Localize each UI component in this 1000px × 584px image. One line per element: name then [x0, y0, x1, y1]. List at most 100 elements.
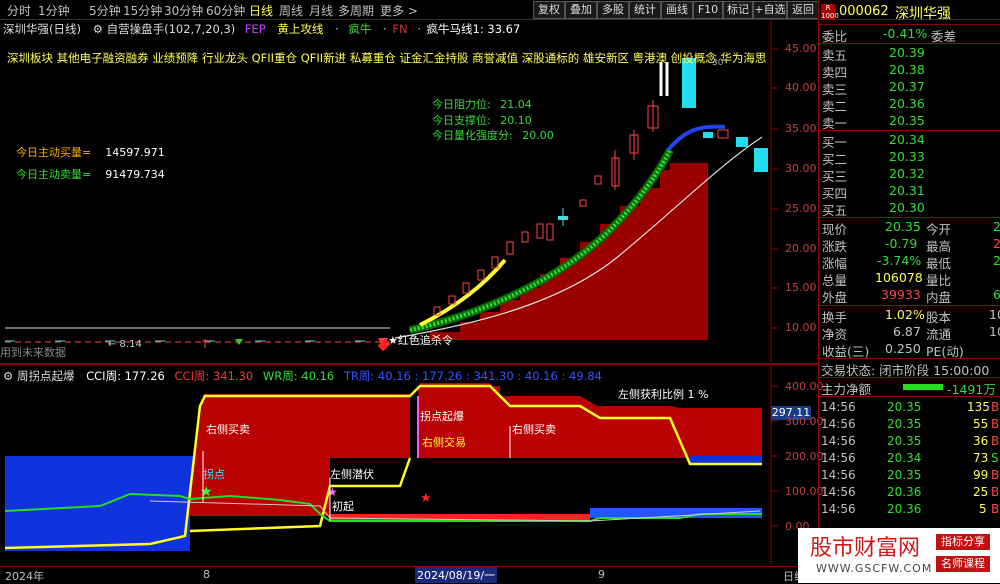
tick-row: 14:56 20.35 135 B	[821, 400, 1000, 414]
tag-fengniu-ma: 疯牛马线1: 33.67	[426, 22, 521, 36]
net-flow-row: 主力净额 -1491万	[821, 382, 996, 397]
tail-labels: TR周: 40.16 : 177.26 : 341.30 : 40.16 : 4…	[343, 369, 602, 383]
price-axis-15: 15.00	[785, 281, 817, 294]
ask-row-1: 卖一 20.35	[822, 113, 925, 131]
axis-cursor-date: 2024/08/19/一	[415, 567, 498, 583]
stat-row-pct: 涨幅 -3.74% 最低 2	[822, 253, 1000, 271]
add-watchlist-button[interactable]: +自选	[753, 1, 787, 19]
f10-button[interactable]: F10	[693, 1, 723, 19]
profit-ratio-label: 左侧获利比例 1 %	[618, 388, 709, 401]
chuqi-label: 初起	[332, 500, 354, 513]
corner-value: 30	[712, 58, 724, 68]
future-data-label: 用到未来数据	[0, 346, 66, 359]
guaidian-label: 拐点	[203, 468, 225, 481]
tick-row: 14:56 20.35 55 B	[821, 417, 1000, 431]
indicator-name[interactable]: 自营操盘手(102,7,20,3)	[107, 22, 236, 36]
settings-icon[interactable]: ⚙	[93, 22, 103, 36]
watermark-tag-2: 名师课程	[936, 556, 990, 572]
stat-row-eps: 收益(三) 0.250 PE(动)	[822, 341, 964, 359]
resist-row: 今日阻力位: 21.04	[432, 98, 532, 111]
ask-row-5: 卖五 20.39	[822, 45, 925, 63]
active-buy-row: 今日主动买量= 14597.971	[16, 146, 165, 159]
axis-month-8: 8	[203, 568, 210, 581]
quant-row: 今日量化强度分: 20.00	[432, 129, 554, 142]
cci-label: CCI周: 177.26	[86, 369, 165, 383]
price-axis-40: 40.00	[785, 81, 817, 94]
period-5min[interactable]: 5分钟	[89, 2, 121, 19]
draw-line-button[interactable]: 画线	[661, 1, 693, 19]
bid-row-2: 买二 20.33	[822, 149, 925, 167]
concept-tags: 深圳板块 其他电子融资融券 业绩预降 行业龙头 QFII重仓 QFII新进 私募…	[7, 51, 771, 65]
kline-chart[interactable]: ↑ 深圳华强(日线) ⚙ 自营操盘手(102,7,20,3) FEP 黄上攻线 …	[0, 20, 818, 363]
trade-status: 交易状态: 闭市阶段 15:00:00	[821, 363, 990, 378]
settings-icon[interactable]: ⚙	[3, 369, 13, 383]
period-60min[interactable]: 60分钟	[206, 2, 245, 19]
chart-title-row: 深圳华强(日线) ⚙ 自营操盘手(102,7,20,3) FEP 黄上攻线 · …	[3, 22, 521, 36]
tick-row: 14:56 20.36 5 B	[821, 502, 1000, 516]
period-15min[interactable]: 15分钟	[123, 2, 162, 19]
ask-row-3: 卖三 20.37	[822, 79, 925, 97]
tick-row: 14:56 20.35 99 B	[821, 468, 1000, 482]
multi-stock-button[interactable]: 多股	[597, 1, 629, 19]
tag-fn: FN	[392, 22, 408, 36]
watermark-tag-1: 指标分享	[936, 534, 990, 550]
period-monthly[interactable]: 月线	[309, 2, 333, 19]
period-multi[interactable]: 多周期	[338, 2, 374, 19]
guaidian-qibao-label: 拐点起爆	[420, 410, 464, 423]
stat-row-change: 涨跌 -0.79 最高 2	[822, 236, 1000, 254]
stock-name: 深圳华强	[895, 6, 951, 22]
fuquan-button[interactable]: 复权	[533, 1, 565, 19]
stock-code: 000062	[839, 4, 889, 19]
stat-row-volume: 总量 106078 量比	[822, 270, 952, 288]
up-arrow-icon: ↑	[200, 337, 210, 351]
price-axis-20: 20.00	[785, 242, 817, 255]
indicator-title[interactable]: 周拐点起爆	[17, 369, 75, 383]
left-latent-label: 左侧潜伏	[330, 468, 374, 481]
price-axis-10: 10.00	[785, 321, 817, 334]
chart-divider[interactable]	[0, 363, 818, 365]
watermark-banner: 股市财富网 WWW.GSCFW.COM 指标分享 名师课程	[798, 528, 1000, 583]
back-button[interactable]: 返回	[787, 1, 819, 19]
stats-button[interactable]: 统计	[629, 1, 661, 19]
wr-label: WR周: 40.16	[262, 369, 335, 383]
period-more[interactable]: 更多 >	[380, 2, 418, 19]
bid-row-4: 买四 20.31	[822, 183, 925, 201]
blue-zone	[5, 456, 190, 551]
bid-row-3: 买三 20.32	[822, 166, 925, 184]
mark-button[interactable]: 标记	[723, 1, 753, 19]
active-sell-row: 今日主动卖量= 91479.734	[16, 168, 165, 181]
period-weekly[interactable]: 周线	[279, 2, 303, 19]
quote-panel: R 1000 000062 深圳华强 委比 -0.41% 委差 卖五 20.39 卖…	[818, 0, 1000, 583]
right-trade-label: 右侧交易	[422, 436, 466, 449]
period-1min[interactable]: 1分钟	[38, 2, 70, 19]
kline-canvas: ↑	[5, 20, 778, 363]
price-axis-45: 45.00	[785, 42, 817, 55]
tag-huangshang: 黄上攻线	[277, 22, 324, 36]
price-axis-25: 25.00	[785, 202, 817, 215]
cci-label-2: CCI周: 341.30	[174, 369, 254, 383]
indicator-chart[interactable]: ★ ★ ★ ⚙ 周拐点起爆 CCI周: 177.26 CCI周: 341.30 …	[0, 366, 824, 566]
stat-row-netasset: 净资6.87流通10	[822, 324, 1000, 342]
tag-feiniu: 疯牛	[348, 22, 372, 36]
weibi-row: 委比 -0.41% 委差	[822, 26, 957, 44]
red-signal-label: ★红色追杀令	[388, 334, 453, 347]
market-badge-icon: R 1000	[821, 4, 839, 20]
pink-star-icon: ★	[327, 485, 338, 499]
axis-year: 2024年	[5, 570, 44, 583]
period-fenshi[interactable]: 分时	[7, 2, 31, 19]
period-30min[interactable]: 30分钟	[164, 2, 203, 19]
period-daily[interactable]: 日线	[249, 2, 273, 19]
stat-row-turnover: 换手1.02%股本10	[822, 307, 1000, 325]
stat-row-price: 现价 20.35 今开 2	[822, 219, 1000, 237]
watermark-url: WWW.GSCFW.COM	[816, 562, 933, 575]
watermark-title: 股市财富网	[810, 536, 921, 561]
blue-trend	[666, 124, 726, 152]
stat-row-outer: 外盘 39933 内盘 6	[822, 287, 1000, 305]
support-row: 今日支撑位: 20.10	[432, 114, 532, 127]
red-star-icon: ★	[420, 491, 432, 506]
bid-row-5: 买五 20.30	[822, 200, 925, 218]
tick-row: 14:56 20.34 73 S	[821, 451, 999, 465]
overlay-button[interactable]: 叠加	[565, 1, 597, 19]
tick-row: 14:56 20.35 36 B	[821, 434, 1000, 448]
ask-row-2: 卖二 20.36	[822, 96, 925, 114]
